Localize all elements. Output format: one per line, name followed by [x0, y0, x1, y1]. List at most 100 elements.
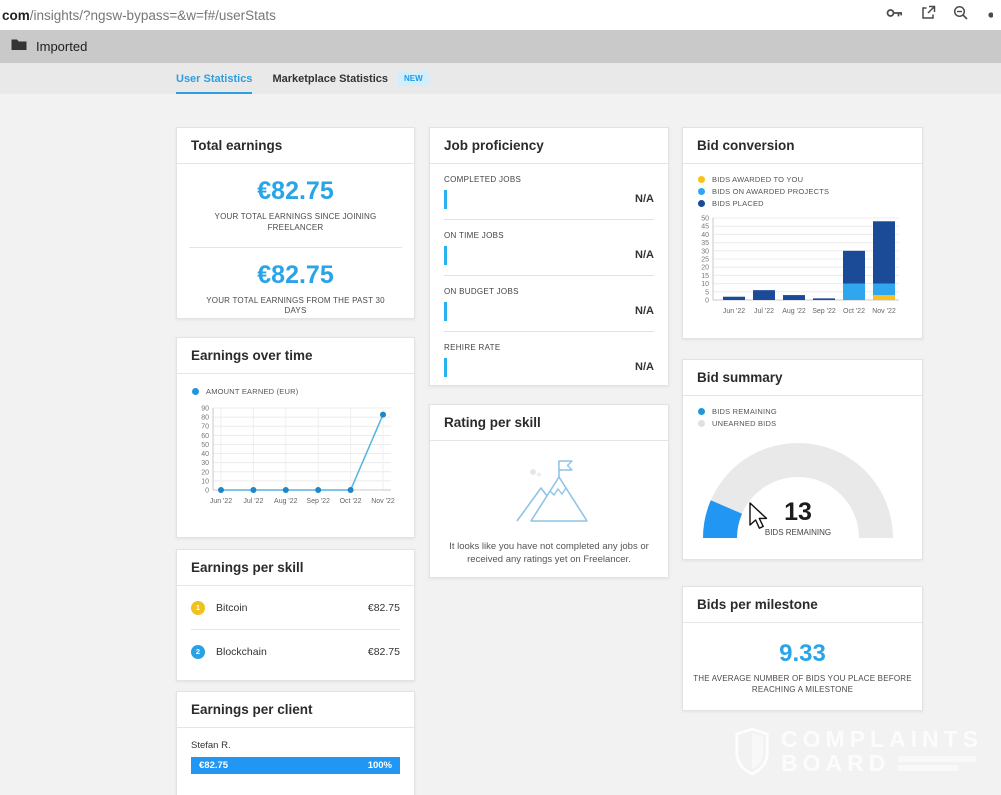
svg-text:40: 40	[701, 232, 709, 239]
card-title-bid-summary: Bid summary	[683, 360, 922, 396]
card-title-bid-conversion: Bid conversion	[683, 128, 922, 164]
bar-legend-entry: BIDS ON AWARDED PROJECTS	[698, 187, 922, 196]
legend-label: UNEARNED BIDS	[712, 419, 776, 428]
tab-marketplace-statistics-label: Marketplace Statistics	[272, 73, 388, 85]
svg-text:10: 10	[201, 478, 209, 485]
tab-user-statistics[interactable]: User Statistics	[176, 63, 252, 94]
page: com/insights/?ngsw-bypass=&w=f#/userStat…	[0, 0, 1001, 795]
url-text[interactable]: com/insights/?ngsw-bypass=&w=f#/userStat…	[2, 8, 276, 23]
card-bid-summary: Bid summary BIDS REMAINING UNEARNED BIDS…	[682, 359, 923, 560]
card-job-proficiency: Job proficiency COMPLETED JOBS N/A ON TI…	[429, 127, 669, 386]
partial-icon[interactable]	[986, 6, 993, 24]
svg-text:20: 20	[701, 265, 709, 272]
key-icon[interactable]	[886, 6, 904, 25]
rank-1-icon: 1	[191, 601, 205, 615]
watermark-line2: BOARD	[781, 751, 890, 775]
zoom-out-icon[interactable]	[953, 5, 969, 26]
mouse-cursor	[748, 502, 770, 530]
card-bid-conversion: Bid conversion BIDS AWARDED TO YOU BIDS O…	[682, 127, 923, 339]
skill-label: Bitcoin	[216, 602, 248, 614]
active-tab-underline	[176, 92, 252, 94]
card-total-earnings: Total earnings €82.75 YOUR TOTAL EARNING…	[176, 127, 415, 319]
card-title-rating-per-skill: Rating per skill	[430, 405, 668, 441]
jp-label: REHIRE RATE	[444, 332, 654, 352]
svg-text:Jul '22: Jul '22	[754, 308, 774, 315]
svg-text:10: 10	[701, 281, 709, 288]
card-title-earnings-per-client: Earnings per client	[177, 692, 414, 728]
svg-text:70: 70	[201, 424, 209, 431]
jp-label: COMPLETED JOBS	[444, 164, 654, 184]
watermark-line1: COMPLAINTS	[781, 727, 983, 751]
svg-text:40: 40	[201, 451, 209, 458]
browser-url-bar[interactable]: com/insights/?ngsw-bypass=&w=f#/userStat…	[0, 0, 1001, 31]
line-chart-legend: AMOUNT EARNED (EUR)	[192, 387, 414, 396]
legend-label: BIDS AWARDED TO YOU	[712, 175, 803, 184]
bids-per-milestone-value: 9.33	[683, 640, 922, 668]
svg-text:25: 25	[701, 257, 709, 264]
legend-dot-icon	[698, 188, 705, 195]
skill-label: Blockchain	[216, 646, 267, 658]
job-proficiency-row-on-time-jobs: ON TIME JOBS N/A	[444, 220, 654, 276]
job-proficiency-row-completed-jobs: COMPLETED JOBS N/A	[444, 164, 654, 220]
svg-text:13: 13	[784, 498, 812, 526]
bookmark-folder-label: Imported	[36, 39, 87, 54]
jp-progress-bar: N/A	[444, 184, 654, 214]
svg-text:50: 50	[201, 442, 209, 449]
legend-dot-icon	[698, 200, 705, 207]
svg-text:60: 60	[201, 433, 209, 440]
svg-text:15: 15	[701, 273, 709, 280]
svg-text:Jul '22: Jul '22	[243, 498, 263, 505]
earnings-over-time-chart: 0102030405060708090Jun '22Jul '22Aug '22…	[187, 400, 400, 514]
svg-text:BIDS REMAINING: BIDS REMAINING	[765, 528, 831, 537]
bookmark-folder-imported[interactable]: Imported	[11, 38, 87, 56]
tab-user-statistics-label: User Statistics	[176, 73, 252, 85]
rank-2-icon: 2	[191, 645, 205, 659]
mountain-flag-icon	[503, 457, 595, 527]
card-title-bids-per-milestone: Bids per milestone	[683, 587, 922, 623]
tab-marketplace-statistics[interactable]: Marketplace Statistics	[272, 63, 388, 94]
svg-text:Aug '22: Aug '22	[274, 498, 298, 505]
svg-text:30: 30	[201, 460, 209, 467]
svg-text:50: 50	[701, 216, 709, 223]
total-earnings-past30-caption: YOUR TOTAL EARNINGS FROM THE PAST 30 DAY…	[195, 296, 396, 318]
svg-text:Nov '22: Nov '22	[371, 498, 395, 505]
card-bids-per-milestone: Bids per milestone 9.33 THE AVERAGE NUMB…	[682, 586, 923, 711]
bid-summary-gauge: 13 BIDS REMAINING	[693, 432, 906, 544]
card-earnings-over-time: Earnings over time AMOUNT EARNED (EUR) 0…	[176, 337, 415, 538]
svg-text:30: 30	[701, 248, 709, 255]
svg-text:Oct '22: Oct '22	[340, 498, 362, 505]
shield-icon	[733, 727, 771, 777]
svg-text:0: 0	[205, 488, 209, 495]
skill-row-blockchain[interactable]: 2 Blockchain €82.75	[191, 630, 400, 673]
jp-label: ON BUDGET JOBS	[444, 276, 654, 296]
total-earnings-past30-value: €82.75	[177, 261, 414, 290]
watermark-tagline	[898, 756, 976, 771]
card-earnings-per-client: Earnings per client Stefan R. €82.75 100…	[176, 691, 415, 795]
jp-progress-tick	[444, 190, 447, 209]
skill-value: €82.75	[368, 602, 400, 614]
legend-dot-icon	[698, 408, 705, 415]
open-in-new-icon[interactable]	[921, 5, 936, 25]
legend-label: BIDS ON AWARDED PROJECTS	[712, 187, 829, 196]
card-earnings-per-skill: Earnings per skill 1 Bitcoin €82.75 2 Bl…	[176, 549, 415, 681]
bar-chart-legend: BIDS AWARDED TO YOU BIDS ON AWARDED PROJE…	[683, 175, 922, 208]
jp-progress-bar: N/A	[444, 296, 654, 326]
card-title-job-proficiency: Job proficiency	[430, 128, 668, 164]
svg-text:Jun '22: Jun '22	[210, 498, 232, 505]
card-title-earnings-per-skill: Earnings per skill	[177, 550, 414, 586]
legend-dot-icon	[192, 388, 199, 395]
jp-value: N/A	[635, 302, 654, 321]
rating-empty-state-text: It looks like you have not completed any…	[444, 540, 653, 567]
svg-text:80: 80	[201, 415, 209, 422]
bar-legend-entry: BIDS AWARDED TO YOU	[698, 175, 922, 184]
svg-text:45: 45	[701, 224, 709, 231]
folder-icon	[11, 38, 27, 56]
client-name: Stefan R.	[191, 740, 400, 751]
skill-row-bitcoin[interactable]: 1 Bitcoin €82.75	[191, 586, 400, 630]
jp-label: ON TIME JOBS	[444, 220, 654, 240]
svg-text:Sep '22: Sep '22	[812, 308, 836, 315]
client-earnings-bar: €82.75 100%	[191, 757, 400, 774]
gauge-legend-unearned-bids: UNEARNED BIDS	[698, 419, 922, 428]
svg-text:35: 35	[701, 240, 709, 247]
jp-progress-tick	[444, 358, 447, 377]
